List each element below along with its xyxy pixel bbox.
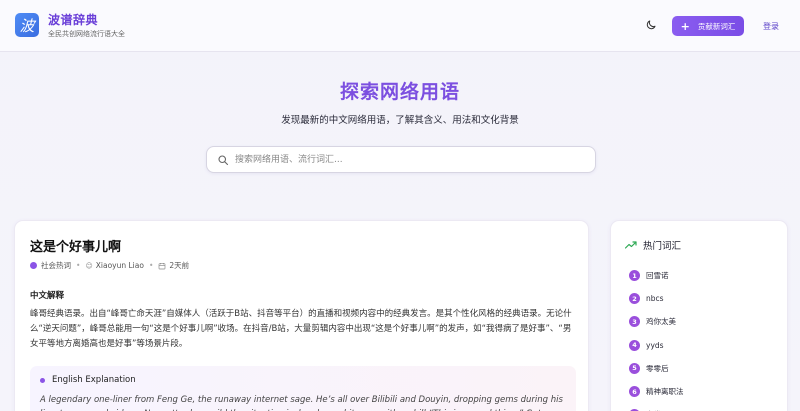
rank-badge: 6 (629, 386, 640, 398)
trending-header: 热门词汇 (625, 238, 681, 252)
entry-title[interactable]: 这是个好事儿啊 (30, 236, 121, 255)
rank-badge: 3 (629, 316, 640, 328)
entry-author[interactable]: Xiaoyun Liao (96, 261, 144, 270)
rank-badge: 2 (629, 293, 640, 305)
plus-icon: + (680, 19, 690, 33)
brand-tagline: 全民共创网络流行语大全 (48, 30, 125, 38)
en-explanation-label: English Explanation (52, 375, 136, 385)
rank-badge: 4 (629, 339, 640, 351)
zh-explanation-label: 中文解释 (30, 291, 65, 301)
meta-separator: • (76, 261, 81, 270)
brand-name[interactable]: 波谱辞典 (48, 11, 98, 28)
category-dot (30, 262, 37, 269)
contribute-label: 贡献新词汇 (697, 21, 736, 31)
top-header: 波 波谱辞典 全民共创网络流行语大全 + 贡献新词汇 登录 (0, 0, 800, 52)
trending-item[interactable]: 3 鸡你太美 (629, 310, 684, 333)
moon-icon[interactable] (645, 19, 657, 31)
hero-title: 探索网络用语 (339, 81, 460, 103)
search-input[interactable] (235, 151, 585, 169)
trending-item-label: 回雪诺 (646, 271, 669, 281)
user-icon: ☺ (85, 261, 93, 270)
calendar-icon (159, 262, 166, 269)
logo-icon[interactable]: 波 (15, 13, 39, 37)
en-explanation-box: English Explanation A legendary one-line… (30, 366, 576, 411)
meta-separator: • (148, 261, 154, 270)
contribute-word-button[interactable]: + 贡献新词汇 (672, 16, 744, 36)
search-icon (218, 155, 229, 166)
trending-item-label: 零零后 (646, 363, 669, 373)
word-entry-card: 这是个好事儿啊 社会热词 • ☺ Xiaoyun Liao • 2天前 中文解释… (14, 220, 589, 411)
search-box (206, 146, 596, 173)
entry-time: 2天前 (169, 261, 190, 270)
trending-item-label: 精神离职法 (646, 387, 684, 397)
trending-list: 1 回雪诺 2 nbcs 3 鸡你太美 4 yyds 5 零零后 6 精神离职法 7内卷 (629, 264, 684, 411)
trending-icon (625, 241, 637, 249)
en-explanation-header: English Explanation (40, 375, 136, 385)
trending-item[interactable]: 5 零零后 (629, 357, 684, 380)
trending-item-label: yyds (646, 340, 664, 350)
login-link[interactable]: 登录 (763, 21, 779, 32)
en-bullet (40, 377, 45, 383)
trending-item-label: 鸡你太美 (646, 317, 676, 327)
trending-item[interactable]: 2 nbcs (629, 287, 684, 310)
rank-badge: 1 (629, 270, 640, 282)
trending-sidebar: 热门词汇 1 回雪诺 2 nbcs 3 鸡你太美 4 yyds 5 零零后 6 精神离职法 … (610, 220, 788, 411)
rank-badge: 5 (629, 362, 640, 374)
trending-item[interactable]: 4 yyds (629, 334, 684, 357)
trending-item-label: nbcs (646, 294, 664, 304)
trending-item[interactable]: 1 回雪诺 (629, 264, 684, 287)
zh-explanation-text: 峰哥经典语录。出自“峰哥亡命天涯”自媒体人（活跃于B站、抖音等平台）的直播和视频… (30, 309, 572, 349)
hero-subtitle: 发现最新的中文网络用语，了解其含义、用法和文化背景 (281, 115, 519, 126)
entry-meta: 社会热词 • ☺ Xiaoyun Liao • 2天前 (30, 260, 189, 271)
en-explanation-text: A legendary one-liner from Feng Ge, the … (40, 395, 563, 411)
trending-item[interactable]: 6 精神离职法 (629, 380, 684, 403)
trending-title: 热门词汇 (643, 241, 682, 252)
trending-item[interactable]: 7内卷 (629, 403, 684, 411)
logo-glyph: 波 (19, 16, 35, 35)
entry-category[interactable]: 社会热词 (41, 260, 71, 271)
